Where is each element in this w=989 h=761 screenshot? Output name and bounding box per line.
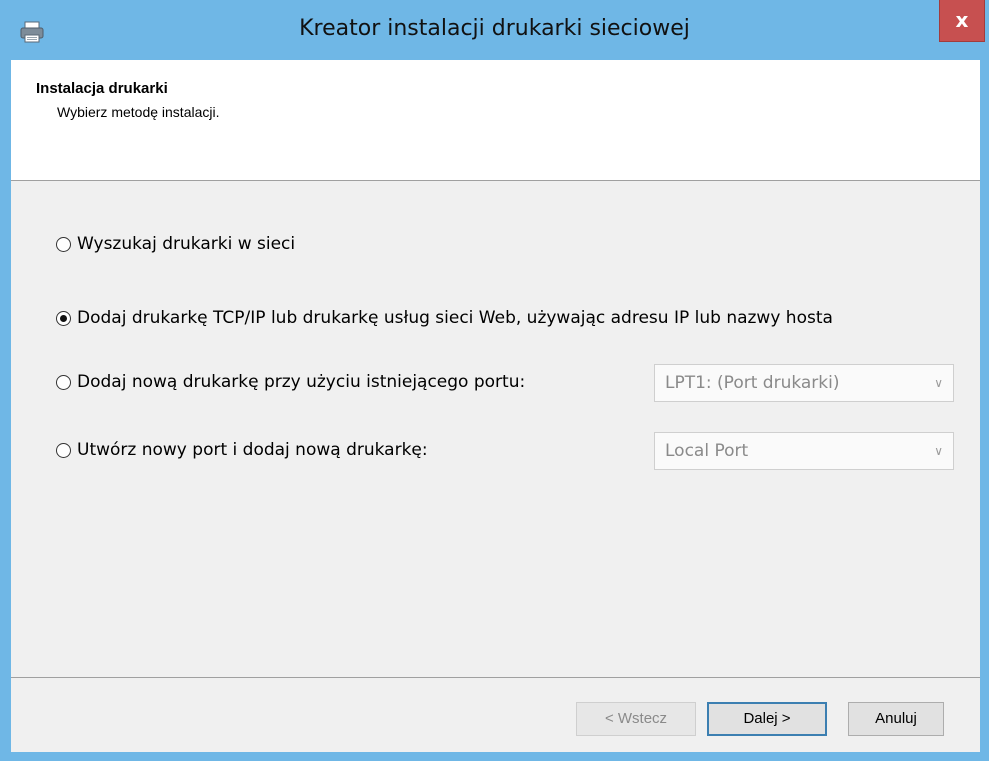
radio-existing-port[interactable]: [56, 374, 71, 390]
option-add-tcpip[interactable]: Dodaj drukarkę TCP/IP lub drukarkę usług…: [56, 308, 833, 328]
cancel-button[interactable]: Anuluj: [848, 702, 944, 736]
chevron-down-icon: ∨: [934, 444, 943, 458]
title-bar[interactable]: Kreator instalacji drukarki sieciowej x: [0, 0, 989, 60]
footer-divider: [11, 677, 980, 678]
option-label: Dodaj nową drukarkę przy użyciu istnieją…: [77, 372, 526, 392]
select-value: Local Port: [665, 441, 749, 461]
new-port-type-select[interactable]: Local Port ∨: [654, 432, 954, 470]
chevron-down-icon: ∨: [934, 376, 943, 390]
radio-add-tcpip[interactable]: [56, 310, 71, 326]
wizard-client-area: Instalacja drukarki Wybierz metodę insta…: [11, 60, 980, 752]
option-label: Wyszukaj drukarki w sieci: [77, 234, 296, 254]
option-search-network[interactable]: Wyszukaj drukarki w sieci: [56, 234, 295, 254]
option-label: Utwórz nowy port i dodaj nową drukarkę:: [77, 440, 428, 460]
wizard-header: Instalacja drukarki Wybierz metodę insta…: [11, 60, 980, 181]
existing-port-select[interactable]: LPT1: (Port drukarki) ∨: [654, 364, 954, 402]
radio-new-port[interactable]: [56, 442, 71, 458]
page-subtitle: Wybierz metodę instalacji.: [57, 104, 220, 120]
radio-search-network[interactable]: [56, 236, 71, 252]
option-label: Dodaj drukarkę TCP/IP lub drukarkę usług…: [77, 308, 833, 328]
option-new-port[interactable]: Utwórz nowy port i dodaj nową drukarkę:: [56, 440, 428, 460]
wizard-window: Kreator instalacji drukarki sieciowej x …: [0, 0, 989, 761]
close-button[interactable]: x: [939, 0, 985, 42]
back-button[interactable]: < Wstecz: [576, 702, 696, 736]
select-value: LPT1: (Port drukarki): [665, 373, 840, 393]
next-button[interactable]: Dalej >: [707, 702, 827, 736]
printer-icon: [18, 20, 46, 44]
page-title: Instalacja drukarki: [36, 80, 168, 97]
window-title: Kreator instalacji drukarki sieciowej: [299, 16, 690, 41]
option-existing-port[interactable]: Dodaj nową drukarkę przy użyciu istnieją…: [56, 372, 525, 392]
